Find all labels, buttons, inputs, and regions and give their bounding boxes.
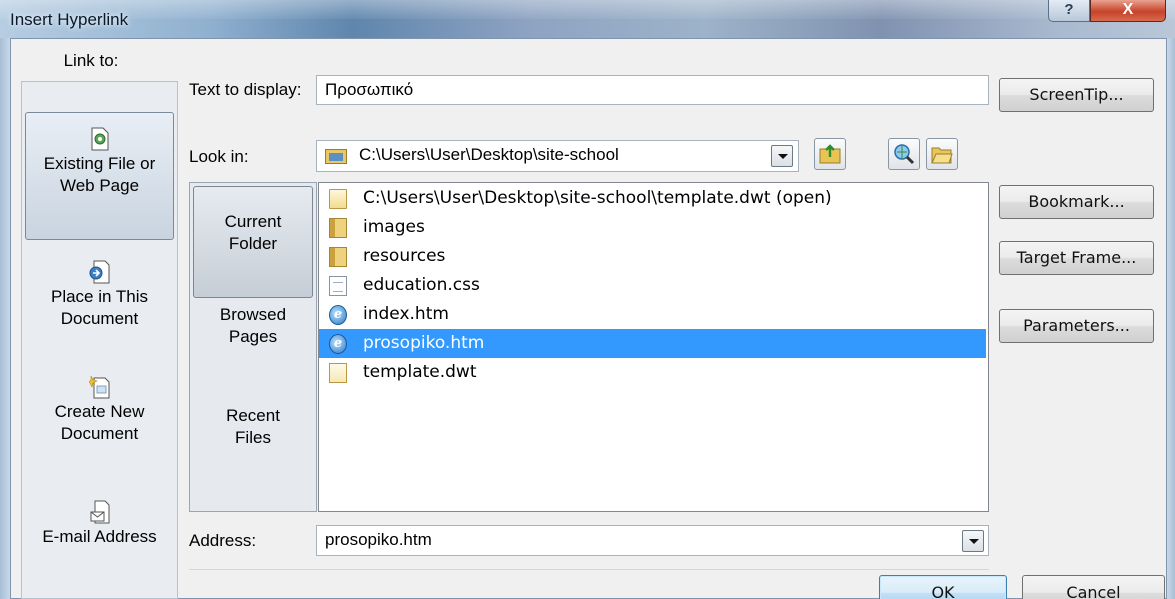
link-to-new-line1: Create New — [54, 402, 145, 421]
link-to-existing-file-line1: Existing File or — [43, 154, 156, 173]
link-to-bar: Existing File or Web Page Place in This … — [21, 81, 178, 599]
file-name: prosopiko.htm — [363, 333, 485, 353]
place-browsed-line2: Pages — [228, 327, 278, 346]
title-bar: Insert Hyperlink ? X — [0, 0, 1175, 38]
link-to-place-line2: Document — [60, 309, 139, 328]
file-name: resources — [363, 246, 446, 266]
cancel-button[interactable]: Cancel — [1022, 575, 1165, 599]
link-to-label: Link to: — [63, 51, 119, 70]
list-item[interactable]: resources — [319, 242, 986, 271]
list-item[interactable]: template.dwt — [319, 358, 986, 387]
places-bar: Current Folder Browsed Pages Recent File… — [189, 182, 317, 512]
close-button[interactable]: X — [1090, 0, 1166, 22]
link-to-place-in-document[interactable]: Place in This Document — [25, 250, 174, 350]
browse-web-button[interactable] — [888, 138, 920, 170]
ie-page-icon: e — [329, 305, 347, 325]
link-to-new-line2: Document — [60, 424, 139, 443]
browse-web-icon — [894, 144, 915, 165]
new-document-icon — [88, 375, 109, 399]
place-current-folder-line2: Folder — [228, 234, 278, 253]
parameters-button[interactable]: Parameters... — [999, 309, 1154, 343]
separator — [189, 569, 989, 570]
list-item[interactable]: C:\Users\User\Desktop\site-school\templa… — [319, 184, 986, 213]
file-name: C:\Users\User\Desktop\site-school\templa… — [363, 188, 832, 208]
place-recent-line1: Recent — [226, 406, 280, 425]
up-folder-icon — [819, 144, 841, 164]
web-page-icon — [91, 127, 108, 151]
help-icon: ? — [1064, 1, 1074, 18]
folder-icon — [325, 149, 347, 164]
file-name: images — [363, 217, 425, 237]
look-in-combo[interactable]: C:\Users\User\Desktop\site-school — [316, 140, 799, 172]
look-in-label: Look in: — [189, 147, 249, 166]
link-to-email-address[interactable]: E-mail Address — [25, 492, 174, 572]
file-name: education.css — [363, 275, 480, 295]
link-to-place-line1: Place in This — [50, 287, 148, 306]
place-recent-files[interactable]: Recent Files — [193, 401, 313, 501]
list-item[interactable]: e index.htm — [319, 300, 986, 329]
bookmark-button[interactable]: Bookmark... — [999, 185, 1154, 219]
file-list[interactable]: C:\Users\User\Desktop\site-school\templa… — [318, 182, 989, 512]
text-to-display-input[interactable]: Προσωπικό — [316, 75, 989, 105]
window-frame-left — [0, 38, 10, 599]
file-name: index.htm — [363, 304, 449, 324]
open-file-icon — [329, 189, 347, 209]
place-current-folder-line1: Current — [224, 212, 282, 231]
up-folder-button[interactable] — [814, 138, 846, 170]
place-browsed-line1: Browsed — [219, 305, 287, 324]
look-in-value: C:\Users\User\Desktop\site-school — [359, 145, 619, 164]
folder-icon — [329, 218, 347, 238]
help-button[interactable]: ? — [1048, 0, 1090, 22]
link-to-existing-file[interactable]: Existing File or Web Page — [25, 112, 174, 240]
list-item[interactable]: education.css — [319, 271, 986, 300]
folder-icon — [329, 247, 347, 267]
ok-button[interactable]: OK — [879, 575, 1007, 599]
screentip-button[interactable]: ScreenTip... — [999, 78, 1154, 112]
link-to-new-document[interactable]: Create New Document — [25, 365, 174, 465]
link-to-email-label: E-mail Address — [42, 527, 157, 546]
address-label: Address: — [189, 531, 257, 550]
address-input[interactable]: prosopiko.htm — [316, 525, 989, 556]
place-in-document-icon — [89, 260, 109, 284]
list-item-selected[interactable]: e prosopiko.htm — [319, 329, 986, 358]
window-title: Insert Hyperlink — [10, 10, 129, 29]
close-icon: X — [1122, 1, 1134, 18]
browse-file-icon — [931, 147, 953, 164]
dialog-body: Link to: Existing File or Web Page Place… — [10, 38, 1167, 599]
window-frame-right — [1167, 38, 1175, 599]
file-name: template.dwt — [363, 362, 477, 382]
place-browsed-pages[interactable]: Browsed Pages — [193, 300, 313, 400]
ie-page-icon: e — [329, 334, 347, 354]
template-file-icon — [329, 363, 347, 383]
email-icon — [90, 500, 109, 524]
browse-file-button[interactable] — [926, 138, 958, 170]
list-item[interactable]: images — [319, 213, 986, 242]
place-recent-line2: Files — [235, 428, 271, 447]
target-frame-button[interactable]: Target Frame... — [999, 241, 1154, 275]
text-to-display-label: Text to display: — [189, 80, 302, 99]
address-dropdown-button[interactable] — [962, 530, 984, 552]
place-current-folder[interactable]: Current Folder — [193, 186, 313, 298]
look-in-dropdown-button[interactable] — [771, 145, 793, 167]
css-file-icon — [329, 276, 347, 296]
link-to-existing-file-line2: Web Page — [59, 176, 140, 195]
